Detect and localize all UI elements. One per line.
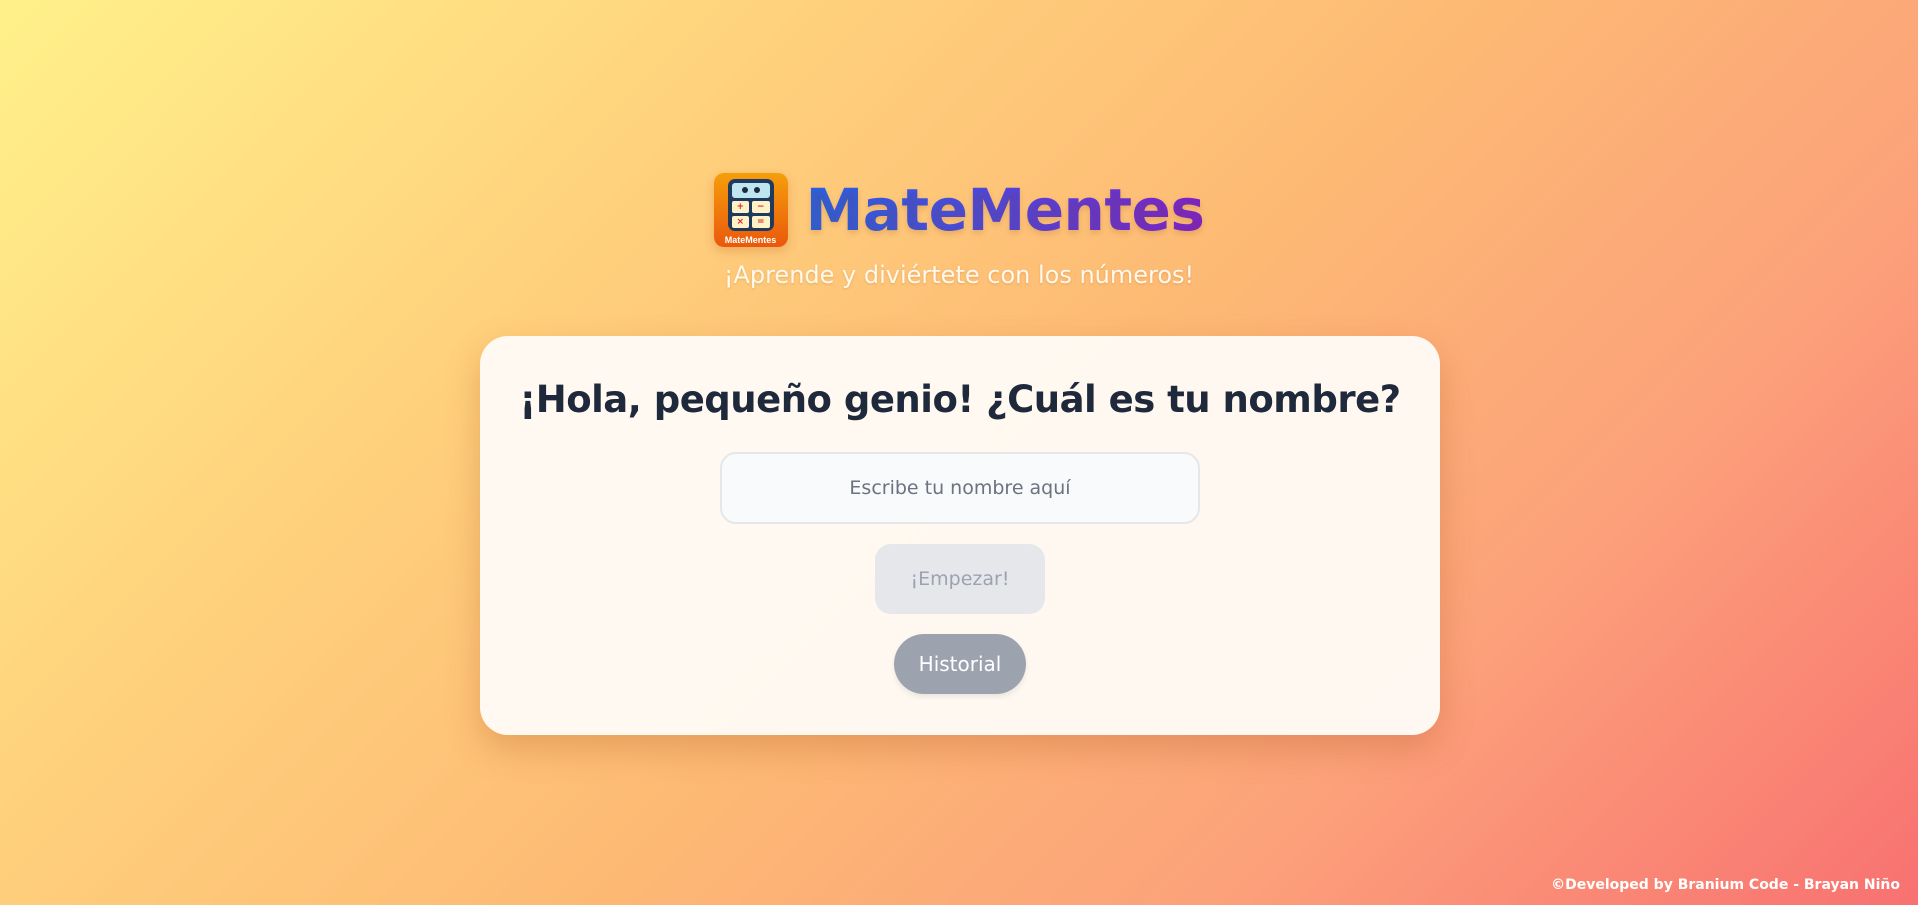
logo-key-times: ×: [731, 216, 750, 228]
welcome-card: ¡Hola, pequeño genio! ¿Cuál es tu nombre…: [480, 336, 1440, 735]
start-button[interactable]: ¡Empezar!: [875, 544, 1045, 614]
welcome-heading: ¡Hola, pequeño genio! ¿Cuál es tu nombre…: [519, 378, 1401, 421]
logo-key-equals: =: [752, 216, 770, 228]
app-title: MateMentes: [806, 173, 1205, 247]
logo-eye-right: [753, 187, 760, 193]
logo-key-minus: −: [752, 201, 770, 213]
logo-caption: MateMentes: [724, 235, 777, 245]
footer-credit: ©Developed by Branium Code - Brayan Niño: [1551, 877, 1900, 893]
app-subtitle: ¡Aprende y diviértete con los números!: [723, 261, 1195, 289]
name-input[interactable]: [720, 452, 1200, 524]
app-header: + − × = MateMentes MateMentes ¡Aprende y…: [0, 173, 1918, 289]
logo-eye-left: [741, 187, 748, 193]
history-button[interactable]: Historial: [894, 634, 1026, 694]
logo-key-plus: +: [731, 201, 750, 213]
brand: + − × = MateMentes MateMentes: [713, 173, 1205, 247]
logo-calculator-screen: [731, 183, 770, 198]
logo-calculator-body: + − × =: [727, 179, 774, 231]
calculator-mascot-icon: + − × = MateMentes: [713, 173, 788, 247]
logo-keys: + − × =: [731, 201, 770, 228]
